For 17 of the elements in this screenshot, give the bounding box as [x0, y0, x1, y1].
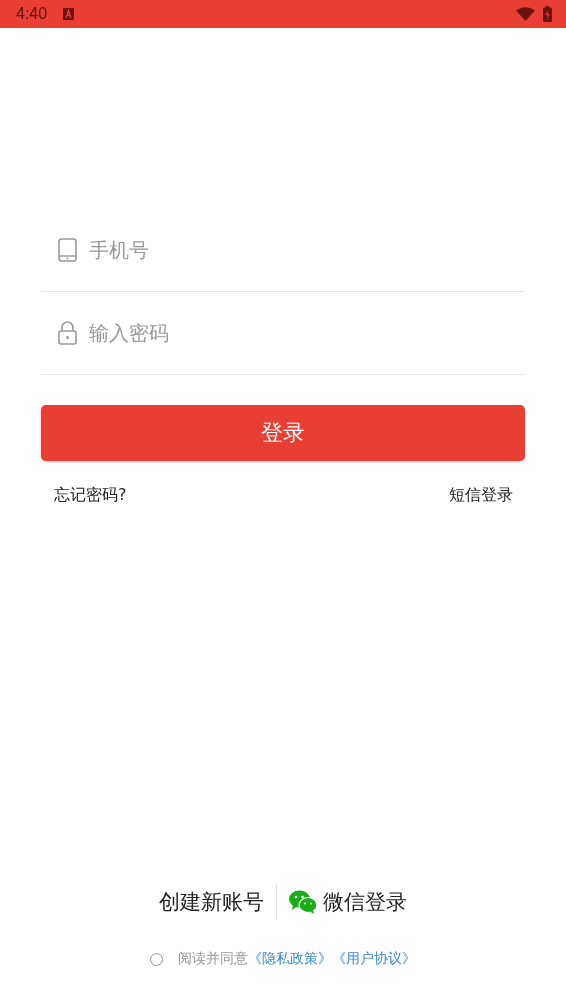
- policy-link[interactable]: 《用户协议》: [332, 950, 416, 968]
- wechat-login-button[interactable]: 微信登录: [289, 888, 407, 916]
- password-field[interactable]: 输入密码: [89, 321, 525, 345]
- notification-icon: [63, 8, 75, 20]
- chat-bubbles-icon: [289, 890, 317, 914]
- phone-field[interactable]: 手机号: [89, 238, 525, 262]
- status-time: 4:40: [16, 5, 48, 23]
- phone-icon: [58, 238, 77, 262]
- wifi-icon: [516, 7, 535, 21]
- create-account-link[interactable]: 创建新账号: [159, 888, 264, 916]
- login-button[interactable]: 登录: [41, 405, 525, 461]
- sms-login-link[interactable]: 短信登录: [449, 485, 513, 506]
- forgot-password-link[interactable]: 忘记密码?: [54, 485, 127, 506]
- policy-link[interactable]: 《隐私政策》: [248, 950, 332, 968]
- lock-icon: [58, 321, 77, 345]
- agreement-text: 阅读并同意: [178, 950, 248, 968]
- battery-icon: [543, 6, 552, 22]
